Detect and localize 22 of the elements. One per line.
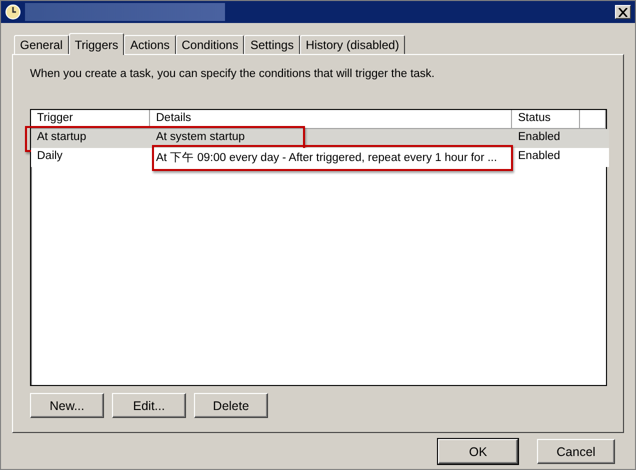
- clock-icon: [5, 4, 21, 20]
- table-cell-text: At 下午 09:00 every day - After triggered, repeat every 1 hour for ...: [155, 151, 498, 166]
- list-button[interactable]: Edit...: [112, 393, 186, 418]
- close-button[interactable]: [615, 5, 631, 19]
- table-cell-text: Enabled: [517, 149, 562, 164]
- tab[interactable]: Actions: [124, 35, 176, 54]
- tab[interactable]: Triggers: [68, 33, 124, 55]
- description-text: When you create a task, you can specify the conditions that will trigger the task.: [30, 68, 436, 82]
- dialog-button[interactable]: Cancel: [537, 439, 615, 464]
- tab[interactable]: General: [14, 35, 69, 54]
- list-button[interactable]: Delete: [194, 393, 268, 418]
- column-header[interactable]: Details: [150, 110, 512, 129]
- dialog-button[interactable]: OK: [438, 439, 518, 464]
- column-header[interactable]: Status: [512, 110, 580, 129]
- tab[interactable]: History (disabled): [300, 35, 406, 54]
- table-cell-text: At startup: [36, 130, 88, 145]
- list-button[interactable]: New...: [30, 393, 104, 418]
- tab[interactable]: Settings: [244, 35, 300, 54]
- table-cell-text: Daily: [36, 149, 64, 164]
- table-cell-text: Enabled: [517, 130, 562, 145]
- table-cell-text: At system startup: [155, 130, 246, 145]
- tab[interactable]: Conditions: [176, 35, 244, 54]
